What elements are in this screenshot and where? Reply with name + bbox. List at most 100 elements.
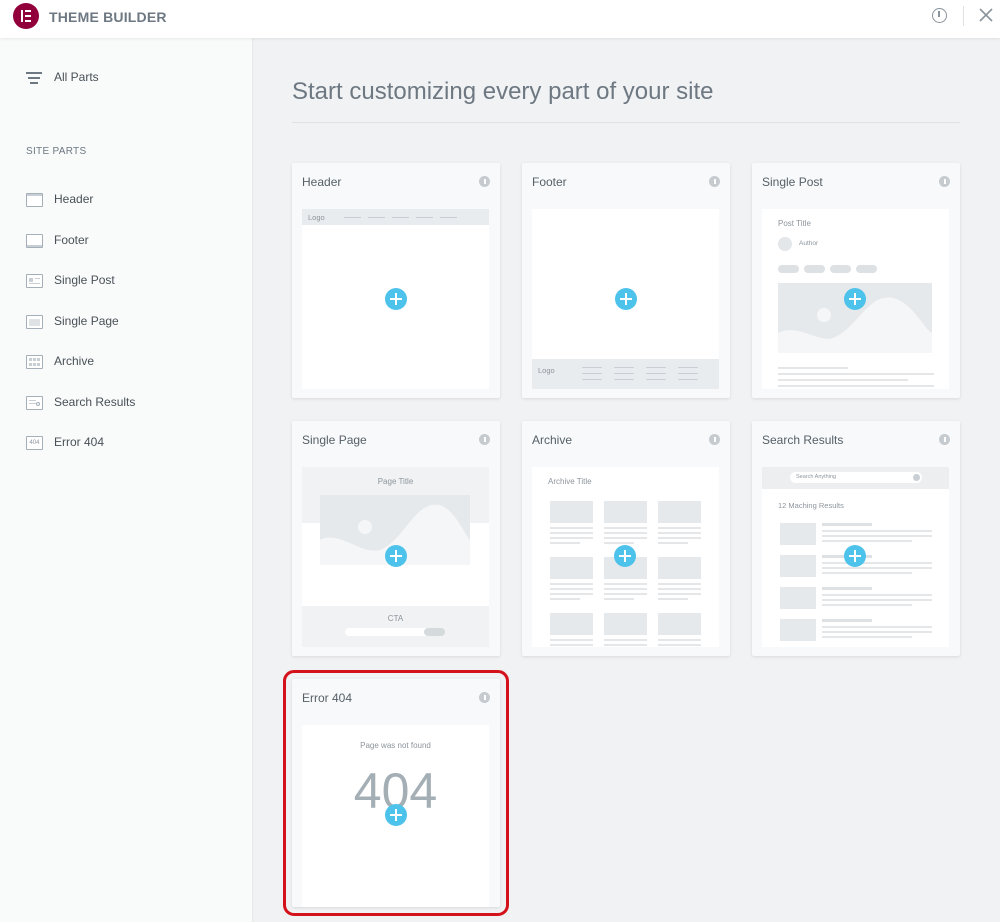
archive-line <box>658 527 701 529</box>
archive-thumb <box>550 557 593 579</box>
result-line <box>822 619 872 622</box>
archive-line <box>604 542 634 544</box>
preview-logo: Logo <box>308 213 325 222</box>
card-preview[interactable]: Page was not found 404 <box>302 725 489 907</box>
info-icon[interactable] <box>939 176 950 187</box>
info-icon[interactable] <box>709 176 720 187</box>
card-preview[interactable]: Logo <box>302 209 489 389</box>
sidebar-item-label: Error 404 <box>54 435 105 449</box>
archive-line <box>658 593 701 595</box>
result-line <box>822 567 932 569</box>
result-line <box>822 562 932 564</box>
result-line <box>822 626 932 628</box>
add-template-icon[interactable] <box>614 545 636 567</box>
archive-line <box>550 639 593 641</box>
card-title: Footer <box>532 175 567 189</box>
sidebar-item-label: Search Results <box>54 395 136 409</box>
archive-line <box>550 532 593 534</box>
archive-line <box>658 588 701 590</box>
card-error-404[interactable]: Error 404 Page was not found 404 <box>283 670 509 916</box>
archive-line <box>550 537 593 539</box>
section-label: SITE PARTS <box>26 146 87 157</box>
card-single-page[interactable]: Single Page Page Title CTA <box>292 421 500 656</box>
result-thumb <box>780 587 816 609</box>
archive-line <box>604 588 647 590</box>
card-preview[interactable]: Page Title CTA <box>302 467 489 647</box>
result-line <box>822 523 872 526</box>
archive-line <box>658 542 688 544</box>
all-parts-label: All Parts <box>54 70 99 84</box>
card-preview[interactable]: Search Anything 12 Maching Results <box>762 467 949 647</box>
sidebar-item-header[interactable]: Header <box>26 191 236 209</box>
archive-line <box>658 639 701 641</box>
card-preview[interactable]: Archive Title <box>532 467 719 647</box>
sidebar-item-label: Archive <box>54 354 95 368</box>
result-line <box>822 572 912 574</box>
footer-icon <box>26 234 43 248</box>
archive-line <box>604 598 634 600</box>
archive-line <box>604 527 647 529</box>
preview-cta: CTA <box>387 614 404 623</box>
preview-archive-title: Archive Title <box>548 477 592 486</box>
result-line <box>822 604 912 606</box>
card-title: Archive <box>532 433 573 447</box>
app-title: THEME BUILDER <box>49 9 167 25</box>
result-line <box>822 535 932 537</box>
archive-line <box>550 583 593 585</box>
card-search-results[interactable]: Search Results Search Anything 12 Machin… <box>752 421 960 656</box>
preview-page-title: Page Title <box>377 477 414 486</box>
divider <box>963 6 964 26</box>
archive-line <box>550 542 580 544</box>
card-header[interactable]: Header Logo <box>292 163 500 398</box>
add-template-icon[interactable] <box>385 804 407 826</box>
card-footer[interactable]: Footer Logo <box>522 163 730 398</box>
info-icon[interactable] <box>939 434 950 445</box>
page-title: Start customizing every part of your sit… <box>292 78 714 105</box>
archive-line <box>604 639 647 641</box>
sidebar-item-label: Single Page <box>54 314 119 328</box>
card-preview[interactable]: Post Title Author <box>762 209 949 389</box>
preview-search-placeholder: Search Anything <box>796 474 837 480</box>
card-preview[interactable]: Logo <box>532 209 719 389</box>
sidebar-item-error-404[interactable]: 404 Error 404 <box>26 434 236 452</box>
archive-thumb <box>604 613 647 635</box>
result-line <box>822 530 932 532</box>
single-post-icon <box>26 274 43 288</box>
archive-line <box>658 537 701 539</box>
card-archive[interactable]: Archive Archive Title <box>522 421 730 656</box>
archive-line <box>658 598 688 600</box>
sidebar-item-footer[interactable]: Footer <box>26 232 236 250</box>
add-template-icon[interactable] <box>844 288 866 310</box>
info-icon[interactable] <box>479 176 490 187</box>
single-page-icon <box>26 315 43 329</box>
sidebar: All Parts SITE PARTS Header Footer Singl… <box>0 38 253 922</box>
info-icon[interactable] <box>479 692 490 703</box>
divider <box>292 122 960 123</box>
archive-line <box>658 644 701 646</box>
filter-lines-icon <box>26 72 42 84</box>
sidebar-item-label: Header <box>54 192 94 206</box>
sidebar-item-single-post[interactable]: Single Post <box>26 272 236 290</box>
archive-line <box>658 532 701 534</box>
archive-icon <box>26 355 43 369</box>
info-icon[interactable] <box>479 434 490 445</box>
add-template-icon[interactable] <box>844 545 866 567</box>
archive-line <box>604 583 647 585</box>
close-icon[interactable] <box>977 6 995 24</box>
add-template-icon[interactable] <box>385 545 407 567</box>
info-circle-icon[interactable] <box>932 8 947 23</box>
add-template-icon[interactable] <box>385 288 407 310</box>
search-results-icon <box>26 396 43 410</box>
sidebar-item-single-page[interactable]: Single Page <box>26 313 236 331</box>
info-icon[interactable] <box>709 434 720 445</box>
archive-thumb <box>550 501 593 523</box>
sidebar-item-archive[interactable]: Archive <box>26 353 236 371</box>
result-thumb <box>780 555 816 577</box>
card-single-post[interactable]: Single Post Post Title Author <box>752 163 960 398</box>
archive-line <box>550 527 593 529</box>
sidebar-item-search-results[interactable]: Search Results <box>26 394 236 412</box>
add-template-icon[interactable] <box>615 288 637 310</box>
error-404-icon: 404 <box>26 436 43 450</box>
card-title: Single Page <box>302 433 367 447</box>
archive-line <box>658 583 701 585</box>
